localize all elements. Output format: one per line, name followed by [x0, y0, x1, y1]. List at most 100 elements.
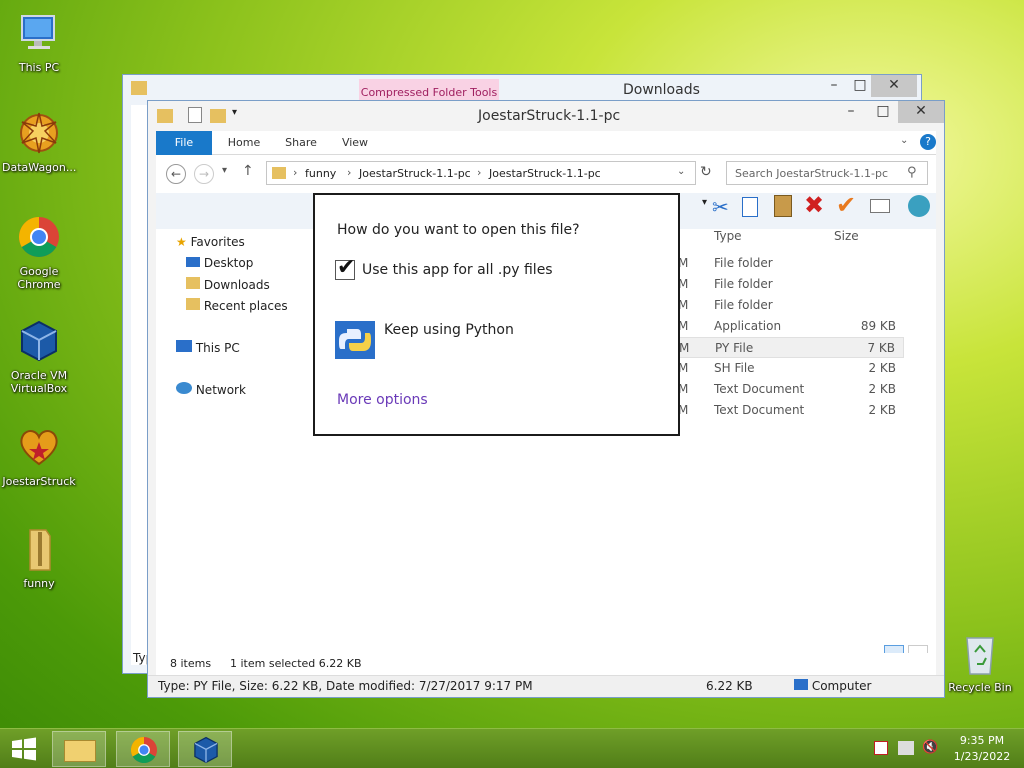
- desktop-icon-funny[interactable]: funny: [2, 526, 76, 590]
- nav-downloads[interactable]: Downloads: [186, 277, 270, 292]
- properties-icon[interactable]: [870, 199, 890, 213]
- toolbar-dropdown-icon[interactable]: ▾: [702, 197, 707, 208]
- file-row[interactable]: M Application 89 KB: [678, 316, 904, 337]
- close-button[interactable]: ✕: [871, 75, 917, 97]
- window-title: Downloads: [623, 82, 700, 98]
- rename-icon[interactable]: ✔: [836, 191, 856, 219]
- maximize-button[interactable]: □: [866, 101, 900, 123]
- dialog-question: How do you want to open this file?: [337, 222, 580, 238]
- forward-button[interactable]: →: [194, 164, 214, 184]
- file-size: 2 KB: [868, 361, 896, 375]
- minimize-button[interactable]: –: [834, 101, 868, 123]
- nav-network[interactable]: Network: [176, 382, 246, 397]
- virtualbox-icon: [21, 320, 57, 362]
- tab-file[interactable]: File: [156, 131, 212, 155]
- desktop-icon-this-pc[interactable]: This PC: [2, 10, 76, 74]
- file-row[interactable]: M SH File 2 KB: [678, 358, 904, 379]
- cut-icon[interactable]: ✂: [712, 195, 729, 219]
- up-button[interactable]: ↑: [242, 163, 254, 179]
- new-folder-icon[interactable]: [210, 109, 226, 123]
- tab-home[interactable]: Home: [218, 131, 270, 155]
- python-logo-icon: [339, 329, 371, 351]
- file-type: File folder: [714, 256, 773, 270]
- delete-icon[interactable]: ✖: [804, 191, 824, 219]
- file-row[interactable]: M File folder: [678, 253, 904, 274]
- recycle-bin-icon: [966, 637, 994, 675]
- back-button[interactable]: ←: [166, 164, 186, 184]
- details-bar: Type: PY File, Size: 6.22 KB, Date modif…: [148, 675, 944, 697]
- location: Computer: [794, 679, 871, 693]
- computer-icon: [794, 679, 808, 690]
- taskbar-virtualbox[interactable]: [178, 731, 232, 767]
- file-type: Text Document: [714, 382, 805, 396]
- checkbox-label[interactable]: Use this app for all .py files: [362, 262, 553, 278]
- expand-ribbon-icon[interactable]: ⌄: [900, 135, 908, 146]
- column-header-size[interactable]: Size: [834, 229, 859, 243]
- desktop-icon-chrome[interactable]: Google Chrome: [2, 214, 76, 291]
- python-app-icon[interactable]: [335, 321, 375, 359]
- heart-icon: [20, 429, 58, 466]
- nav-this-pc[interactable]: This PC: [176, 340, 240, 355]
- copy-icon[interactable]: [742, 197, 758, 217]
- file-details: Type: PY File, Size: 6.22 KB, Date modif…: [158, 679, 533, 693]
- refresh-icon[interactable]: ↻: [700, 164, 712, 180]
- network-tray-icon[interactable]: [898, 741, 914, 755]
- properties-icon[interactable]: [188, 107, 202, 123]
- nav-recent[interactable]: Recent places: [186, 298, 288, 313]
- title-bar[interactable]: ▾ JoestarStruck-1.1-pc – □ ✕: [148, 101, 944, 131]
- file-row[interactable]: M PY File 7 KB: [678, 337, 904, 358]
- file-size: 7 KB: [867, 341, 895, 355]
- tab-share[interactable]: Share: [274, 131, 328, 155]
- start-button[interactable]: [10, 737, 38, 761]
- column-header-type[interactable]: Type: [714, 229, 742, 243]
- desktop-icon-virtualbox[interactable]: Oracle VM VirtualBox: [2, 318, 76, 395]
- nav-desktop[interactable]: Desktop: [186, 256, 253, 270]
- taskbar-file-explorer[interactable]: [52, 731, 106, 767]
- desktop-icon-label: DataWagon...: [2, 161, 77, 174]
- close-button[interactable]: ✕: [898, 101, 944, 123]
- clock-date[interactable]: 1/23/2022: [950, 750, 1014, 763]
- zip-folder-icon: [29, 529, 51, 571]
- file-row[interactable]: M Text Document 2 KB: [678, 379, 904, 400]
- window-title: JoestarStruck-1.1-pc: [478, 108, 621, 124]
- file-row[interactable]: M File folder: [678, 274, 904, 295]
- open-with-dialog[interactable]: How do you want to open this file? ✔ Use…: [313, 193, 680, 436]
- address-bar[interactable]: › funny › JoestarStruck-1.1-pc › Joestar…: [266, 161, 696, 185]
- search-placeholder: Search JoestarStruck-1.1-pc: [735, 167, 889, 180]
- chrome-icon: [130, 736, 158, 764]
- volume-muted-icon[interactable]: 🔇: [922, 740, 938, 755]
- item-count: 8 items: [170, 657, 212, 670]
- desktop-icon-label: funny: [23, 577, 55, 590]
- quick-access-dropdown-icon[interactable]: ▾: [232, 107, 237, 118]
- clock-time[interactable]: 9:35 PM: [950, 734, 1014, 747]
- action-center-flag-icon[interactable]: [874, 741, 888, 755]
- address-dropdown-icon[interactable]: ⌄: [677, 166, 685, 177]
- breadcrumb-item[interactable]: JoestarStruck-1.1-pc: [359, 167, 471, 180]
- desktop-icon-joestarstruck[interactable]: JoestarStruck: [2, 424, 76, 488]
- breadcrumb-separator-icon: ›: [477, 166, 482, 179]
- paste-icon[interactable]: [774, 195, 792, 217]
- keep-using-python-option[interactable]: Keep using Python: [384, 322, 514, 338]
- python-shell-icon[interactable]: [908, 195, 930, 217]
- recent-locations-icon[interactable]: ▾: [222, 165, 227, 176]
- tab-view[interactable]: View: [332, 131, 378, 155]
- desktop-icon-label: Oracle VM VirtualBox: [10, 369, 68, 395]
- breadcrumb-item[interactable]: JoestarStruck-1.1-pc: [489, 167, 601, 180]
- file-type: File folder: [714, 298, 773, 312]
- desktop-icon-label: Google Chrome: [17, 265, 61, 291]
- desktop-icon-datawagon[interactable]: DataWagon...: [2, 110, 76, 174]
- star-icon: ★: [176, 235, 187, 249]
- nav-favorites[interactable]: ★ Favorites: [176, 235, 245, 249]
- file-size: 2 KB: [868, 382, 896, 396]
- help-icon[interactable]: ?: [920, 134, 936, 150]
- file-row[interactable]: M Text Document 2 KB: [678, 400, 904, 421]
- more-options-link[interactable]: More options: [337, 392, 428, 408]
- file-type: Text Document: [714, 403, 805, 417]
- taskbar-chrome[interactable]: [116, 731, 170, 767]
- folder-icon: [131, 81, 147, 95]
- search-input[interactable]: Search JoestarStruck-1.1-pc ⚲: [726, 161, 928, 185]
- file-row[interactable]: M File folder: [678, 295, 904, 316]
- use-app-for-all-checkbox[interactable]: ✔: [335, 255, 355, 280]
- breadcrumb-item[interactable]: funny: [305, 167, 336, 180]
- desktop-icon-recycle-bin[interactable]: Recycle Bin: [938, 630, 1022, 694]
